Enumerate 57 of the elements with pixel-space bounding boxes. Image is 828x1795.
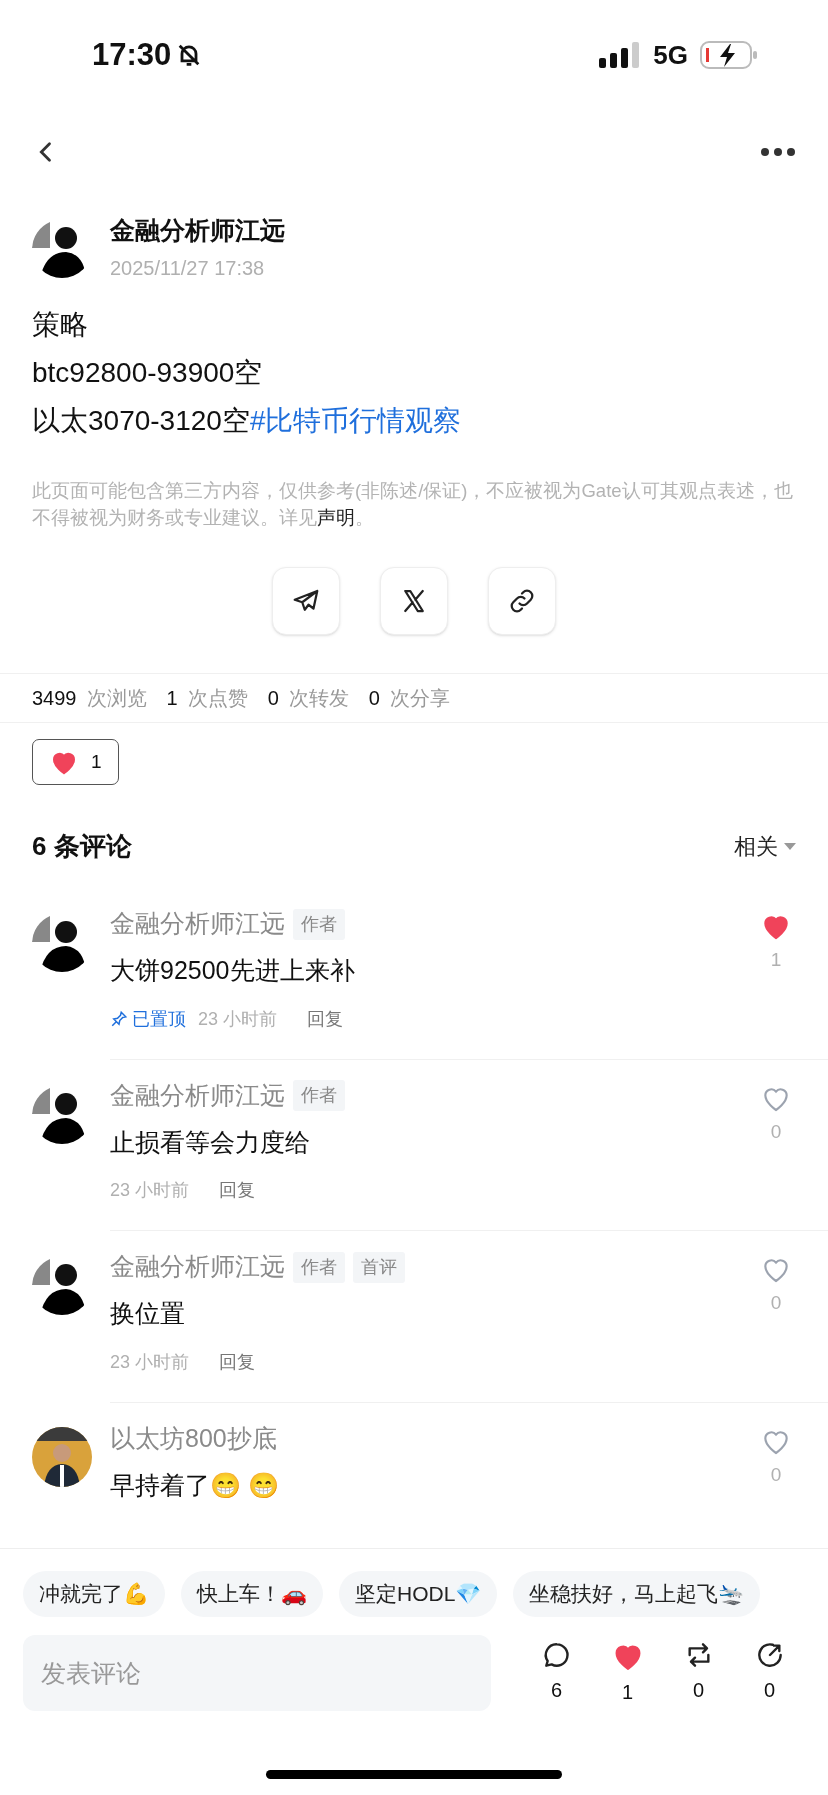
stat-label: 次转发 xyxy=(288,686,349,712)
stat-count: 0 xyxy=(267,686,279,712)
comment-time: 23 小时前 xyxy=(110,1179,190,1202)
author-tag: 首评 xyxy=(353,1251,405,1283)
post-text: 策略 xyxy=(32,308,89,343)
author-tag: 作者 xyxy=(293,1251,345,1283)
like-count: 0 xyxy=(770,1291,782,1315)
share-button[interactable] xyxy=(380,567,448,636)
signal-icon xyxy=(599,42,642,69)
reply-button[interactable]: 回复 xyxy=(307,1005,344,1033)
action-button[interactable]: 0 xyxy=(668,1639,729,1707)
comment-input[interactable]: 发表评论 xyxy=(23,1635,491,1711)
like-count: 0 xyxy=(770,1119,782,1144)
action-button[interactable]: 1 xyxy=(597,1639,658,1707)
stat-count: 1 xyxy=(166,686,178,712)
pin-icon xyxy=(110,1010,128,1028)
action-button[interactable]: 0 xyxy=(739,1639,800,1707)
post-text: 以太3070-3120空 xyxy=(32,404,250,439)
comments-title: 6 条评论 xyxy=(32,830,132,863)
quick-reply-chip[interactable]: 快上车！🚗 xyxy=(181,1571,323,1617)
disclaimer-text: 此页面可能包含第三方内容，仅供参考(非陈述/保证)，不应被视为Gate认可其观点表述，也不得被视为财务或专业建议。详见声明。 xyxy=(31,479,794,531)
caret-icon xyxy=(784,842,796,851)
clock-time: 17:30 xyxy=(92,36,172,74)
stat-count: 0 xyxy=(368,686,380,712)
comment-text: 早持着了😁 😁 xyxy=(110,1469,280,1501)
comment-time: 23 小时前 xyxy=(110,1350,190,1374)
share-button[interactable] xyxy=(272,567,340,636)
comment-text: 换位置 xyxy=(110,1298,186,1329)
action-button[interactable]: 6 xyxy=(526,1639,587,1707)
like-count: 0 xyxy=(770,1462,782,1487)
quick-reply-chip[interactable]: 坐稳扶好，马上起飞🛬 xyxy=(513,1571,761,1617)
share-button[interactable] xyxy=(488,567,556,636)
author-name[interactable]: 金融分析师江远 xyxy=(110,211,285,250)
comment-text: 止损看等会力度给 xyxy=(110,1126,311,1158)
comment-time: 23 小时前 xyxy=(198,1007,278,1031)
quick-reply-chip[interactable]: 冲就完了💪 xyxy=(23,1571,165,1617)
stat-label: 次浏览 xyxy=(86,686,147,712)
sort-dropdown[interactable]: 相关 xyxy=(734,830,796,863)
network-label: 5G xyxy=(653,38,688,72)
author-tag: 作者 xyxy=(293,1080,345,1111)
stat-label: 次点赞 xyxy=(187,686,248,712)
more-icon[interactable] xyxy=(760,146,796,159)
comment-text: 大饼92500先进上来补 xyxy=(110,955,356,986)
post-text: btc92800-93900空 xyxy=(32,356,264,391)
reply-button[interactable]: 回复 xyxy=(219,1177,256,1204)
stat-label: 次分享 xyxy=(389,686,450,712)
quick-reply-chip[interactable]: 坚定HODL💎 xyxy=(339,1571,498,1617)
battery-charging-icon xyxy=(700,41,758,70)
author-tag: 作者 xyxy=(293,908,345,940)
like-reaction-button[interactable]: 1 xyxy=(32,739,119,785)
reply-button[interactable]: 回复 xyxy=(219,1348,256,1376)
hashtag-link[interactable]: #比特币行情观察 xyxy=(249,399,462,444)
pinned-label: 已置顶 xyxy=(132,1007,186,1031)
stat-count: 3499 xyxy=(32,686,77,712)
like-count: 1 xyxy=(770,948,782,972)
statement-link[interactable]: 声明 xyxy=(317,507,355,529)
post-date: 2025/11/27 17:38 xyxy=(110,256,266,282)
